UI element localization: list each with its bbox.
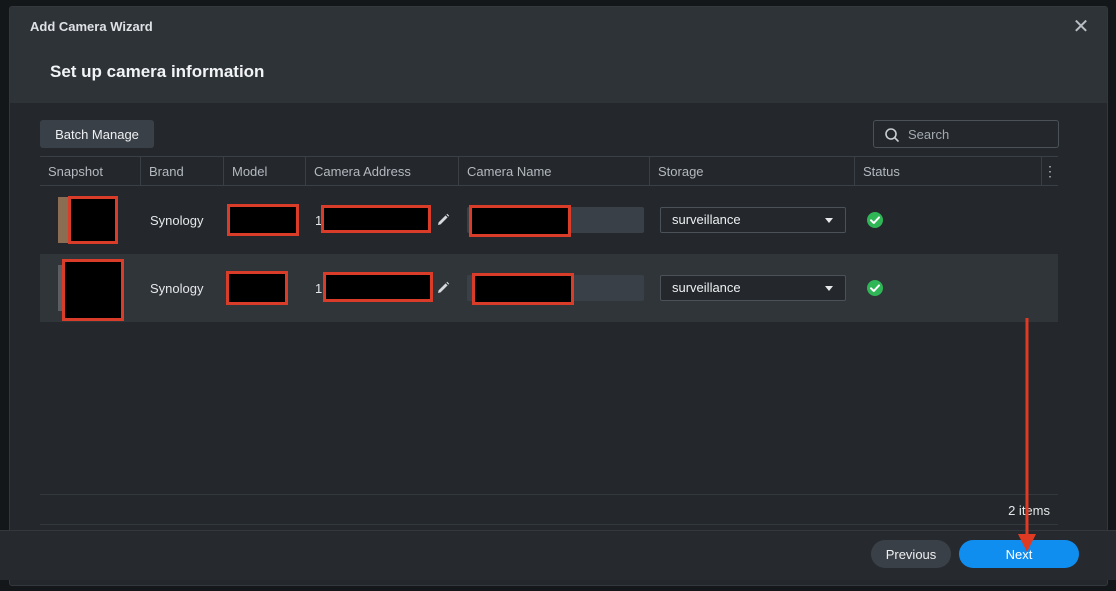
storage-select[interactable]: surveillance <box>660 275 846 301</box>
previous-button[interactable]: Previous <box>871 540 951 568</box>
brand-cell: Synology <box>150 280 204 296</box>
column-status[interactable]: Status <box>855 157 1042 186</box>
page-title: Set up camera information <box>50 62 265 81</box>
annotation-arrow-icon <box>1018 318 1036 552</box>
storage-select[interactable]: surveillance <box>660 207 846 233</box>
storage-value: surveillance <box>672 212 741 227</box>
redaction-box <box>62 259 124 321</box>
storage-value: surveillance <box>672 280 741 295</box>
close-icon[interactable]: ✕ <box>1071 17 1091 37</box>
search-input[interactable] <box>908 125 1053 143</box>
table-footer-divider <box>40 494 1058 495</box>
address-prefix: 1 <box>315 280 323 296</box>
chevron-down-icon <box>825 218 833 223</box>
column-snapshot[interactable]: Snapshot <box>40 157 141 186</box>
column-options-icon[interactable]: ⋮ <box>1042 157 1058 186</box>
edit-address-icon[interactable] <box>436 213 450 227</box>
brand-cell: Synology <box>150 212 204 228</box>
redaction-box <box>68 196 118 244</box>
column-camera-address[interactable]: Camera Address <box>306 157 459 186</box>
check-circle-icon <box>867 212 883 228</box>
address-redaction <box>323 272 433 302</box>
camera-name-redaction <box>469 205 571 237</box>
camera-snapshot <box>58 259 124 321</box>
camera-table: Snapshot Brand Model Camera Address Came… <box>40 156 1058 322</box>
check-circle-icon <box>867 280 883 296</box>
column-model[interactable]: Model <box>224 157 306 186</box>
table-row[interactable]: Synology 1 surveillance <box>40 254 1058 322</box>
batch-manage-button[interactable]: Batch Manage <box>40 120 154 148</box>
search-icon <box>885 128 899 142</box>
model-redaction <box>226 271 288 305</box>
column-brand[interactable]: Brand <box>141 157 224 186</box>
search-box[interactable] <box>873 120 1059 148</box>
address-redaction <box>321 205 431 233</box>
column-camera-name[interactable]: Camera Name <box>459 157 650 186</box>
camera-snapshot <box>58 196 118 244</box>
wizard-title: Add Camera Wizard <box>30 19 153 34</box>
table-header: Snapshot Brand Model Camera Address Came… <box>40 156 1058 186</box>
table-row[interactable]: Synology 1 surveillance <box>40 186 1058 254</box>
column-storage[interactable]: Storage <box>650 157 855 186</box>
camera-name-redaction <box>472 273 574 305</box>
dialog-header: Add Camera Wizard ✕ Set up camera inform… <box>10 7 1107 103</box>
model-redaction <box>227 204 299 236</box>
chevron-down-icon <box>825 286 833 291</box>
footer-divider <box>40 524 1058 525</box>
edit-address-icon[interactable] <box>436 281 450 295</box>
